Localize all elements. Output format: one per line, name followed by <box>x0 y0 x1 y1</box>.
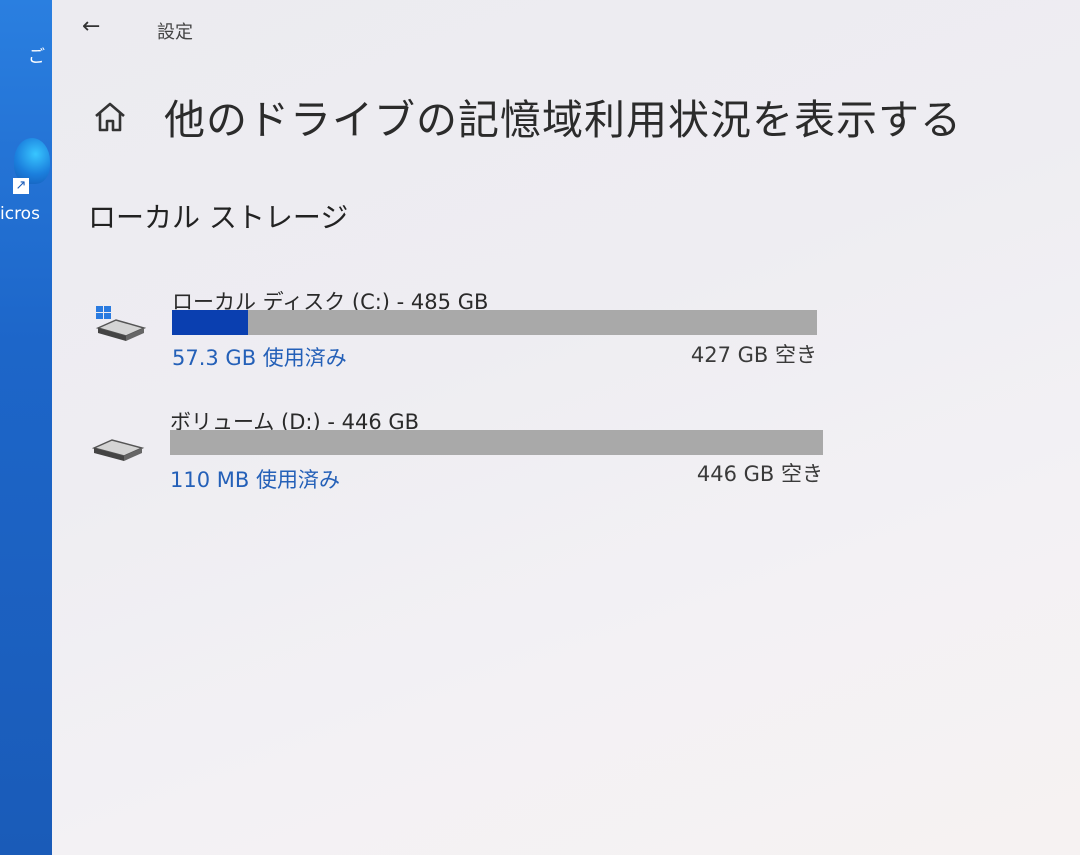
drive-row-d[interactable]: ボリューム (D:) - 446 GB 110 MB 使用済み 446 GB 空… <box>92 404 837 494</box>
back-arrow-icon[interactable]: ← <box>82 14 100 39</box>
used-space: 110 MB 使用済み <box>170 468 340 492</box>
shortcut-arrow-icon: ↗ <box>13 178 29 194</box>
used-space: 57.3 GB 使用済み <box>172 346 347 370</box>
free-space: 446 GB 空き <box>696 462 823 486</box>
home-icon[interactable] <box>92 100 128 134</box>
free-space: 427 GB 空き <box>690 343 817 367</box>
window-title: 設定 <box>157 22 193 43</box>
section-title: ローカル ストレージ <box>88 201 349 234</box>
settings-window: ← 設定 他のドライブの記憶域利用状況を表示する ローカル ストレージ ローカル… <box>52 0 1080 855</box>
desktop-text: ご <box>28 47 45 67</box>
usage-bar-fill <box>172 310 249 335</box>
usage-bar <box>172 310 817 335</box>
drive-row-c[interactable]: ローカル ディスク (C:) - 485 GB 57.3 GB 使用済み 427… <box>92 284 832 374</box>
drive-icon <box>92 439 145 461</box>
desktop-strip: ご ↗ icros <box>0 0 60 855</box>
system-drive-icon <box>95 306 147 341</box>
usage-bar <box>170 430 823 455</box>
page-title: 他のドライブの記憶域利用状況を表示する <box>164 96 962 144</box>
desktop-icon-label[interactable]: icros <box>0 204 40 224</box>
